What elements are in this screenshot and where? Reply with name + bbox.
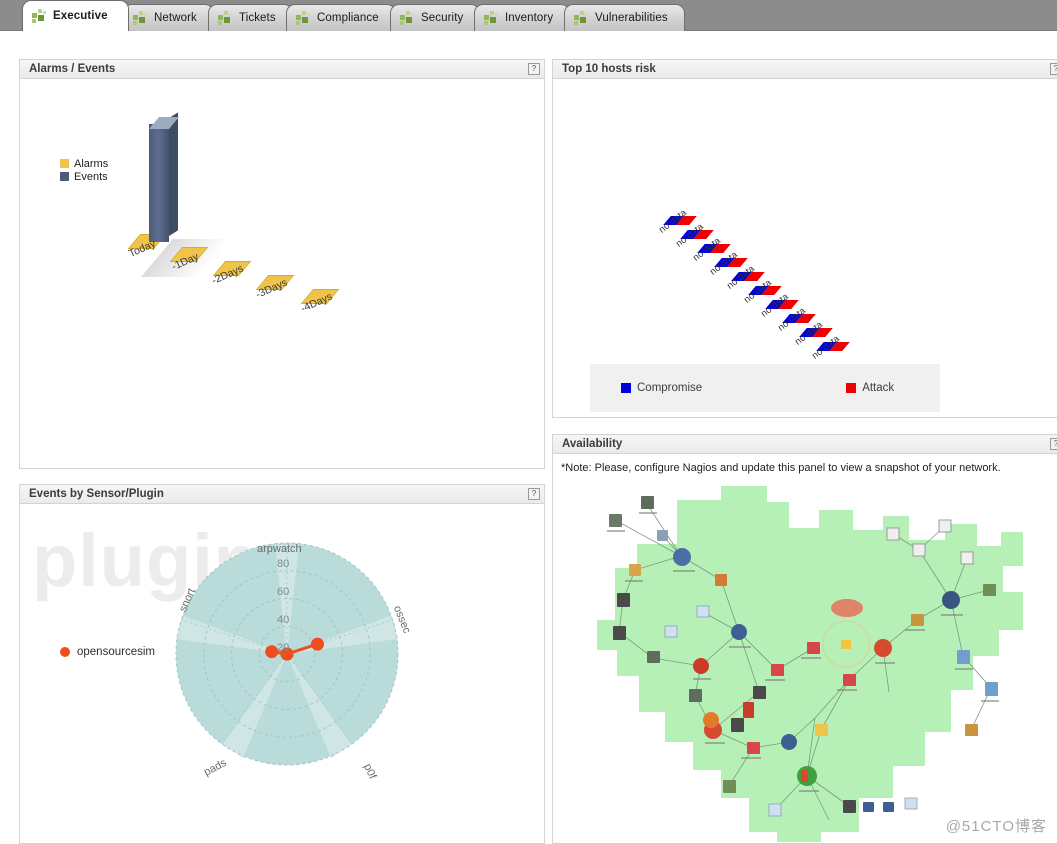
- legend-label-compromise: Compromise: [637, 382, 702, 394]
- legend-swatch-attack: [846, 383, 856, 393]
- panel-title: Top 10 hosts risk: [562, 63, 1050, 75]
- legend-swatch-compromise: [621, 383, 631, 393]
- panel-body: plugins: [20, 504, 544, 842]
- panel-body: *Note: Please, configure Nagios and upda…: [553, 454, 1057, 842]
- help-icon[interactable]: ?: [1050, 438, 1057, 450]
- radar-chart-legend: opensourcesim: [60, 646, 155, 658]
- tab-label: Compliance: [317, 12, 379, 24]
- radar-point-ossec: [311, 638, 324, 651]
- panel-title: Events by Sensor/Plugin: [29, 488, 528, 500]
- legend-label-events: Events: [74, 171, 108, 183]
- help-icon[interactable]: ?: [528, 63, 540, 75]
- legend-label-attack: Attack: [862, 382, 894, 394]
- help-icon[interactable]: ?: [528, 488, 540, 500]
- tab-label: Tickets: [239, 12, 276, 24]
- panel-title: Alarms / Events: [29, 63, 528, 75]
- radar-ring-label-80: 80: [277, 558, 289, 570]
- panel-top-10-hosts-risk: Top 10 hosts risk ? no data no data no d…: [552, 59, 1057, 418]
- blocks-icon: [400, 11, 415, 25]
- panel-body: Today -1Day -2Days -3Days -4Days Alarms …: [20, 79, 544, 467]
- tab-vulnerabilities[interactable]: Vulnerabilities: [564, 4, 685, 31]
- legend-item-attack: Attack: [846, 382, 894, 394]
- blocks-icon: [574, 11, 589, 25]
- legend-item-alarms: Alarms: [60, 157, 108, 170]
- site-watermark: @51CTO博客: [946, 815, 1047, 836]
- panel-title: Availability: [562, 438, 1050, 450]
- network-map-svg: [553, 480, 1057, 842]
- blocks-icon: [218, 11, 233, 25]
- bar-front: [149, 124, 169, 242]
- tab-network[interactable]: Network: [123, 4, 214, 31]
- radar-ring-label-20: 20: [277, 642, 289, 654]
- tab-label: Security: [421, 12, 463, 24]
- radar-ring-label-60: 60: [277, 586, 289, 598]
- legend-swatch-events: [60, 172, 69, 181]
- tab-inventory[interactable]: Inventory: [474, 4, 570, 31]
- events-by-sensor-radar-chart: plugins: [20, 504, 544, 842]
- tab-strip: Executive Network Tickets Compliance Sec…: [22, 0, 679, 31]
- panel-header: Events by Sensor/Plugin ?: [20, 485, 544, 504]
- panel-availability: Availability ? *Note: Please, configure …: [552, 434, 1057, 844]
- risk-chart-legend: Compromise Attack: [590, 364, 940, 412]
- availability-note: *Note: Please, configure Nagios and upda…: [561, 462, 1001, 474]
- tab-tickets[interactable]: Tickets: [208, 4, 293, 31]
- tab-label: Inventory: [505, 12, 553, 24]
- tab-security[interactable]: Security: [390, 4, 480, 31]
- blocks-icon: [133, 11, 148, 25]
- bar-side: [169, 112, 178, 236]
- legend-label-opensourcesim: opensourcesim: [77, 646, 155, 658]
- panel-header: Availability ?: [553, 435, 1057, 454]
- top-10-hosts-risk-chart: no data no data no data no data no data …: [553, 79, 1057, 416]
- radar-ring-label-40: 40: [277, 614, 289, 626]
- bar-chart-legend: Alarms Events: [60, 157, 108, 183]
- legend-item-compromise: Compromise: [621, 382, 702, 394]
- bar-label-today: Today: [127, 238, 157, 260]
- bar-events-today[interactable]: [149, 118, 178, 236]
- nagios-network-map[interactable]: [553, 480, 1057, 842]
- tab-label: Network: [154, 12, 197, 24]
- help-icon[interactable]: ?: [1050, 63, 1057, 75]
- tab-label: Vulnerabilities: [595, 12, 668, 24]
- tab-executive[interactable]: Executive: [22, 0, 129, 31]
- panel-header: Top 10 hosts risk ?: [553, 60, 1057, 79]
- blocks-icon: [32, 9, 47, 23]
- legend-item-events: Events: [60, 170, 108, 183]
- panel-alarms-events: Alarms / Events ? Today -1Day -2Days -3D…: [19, 59, 545, 469]
- panel-body: no data no data no data no data no data …: [553, 79, 1057, 416]
- blocks-icon: [296, 11, 311, 25]
- panel-events-by-sensor-plugin: Events by Sensor/Plugin ? plugins: [19, 484, 545, 844]
- alarms-events-bar-chart: Today -1Day -2Days -3Days -4Days Alarms …: [20, 79, 544, 467]
- blocks-icon: [484, 11, 499, 25]
- tab-compliance[interactable]: Compliance: [286, 4, 396, 31]
- radar-axis-label-arpwatch: arpwatch: [257, 543, 302, 555]
- tab-label: Executive: [53, 10, 108, 22]
- legend-label-alarms: Alarms: [74, 158, 108, 170]
- legend-swatch-alarms: [60, 159, 69, 168]
- panel-header: Alarms / Events ?: [20, 60, 544, 79]
- legend-swatch-opensourcesim: [60, 647, 70, 657]
- main-tab-bar: Executive Network Tickets Compliance Sec…: [0, 0, 1057, 31]
